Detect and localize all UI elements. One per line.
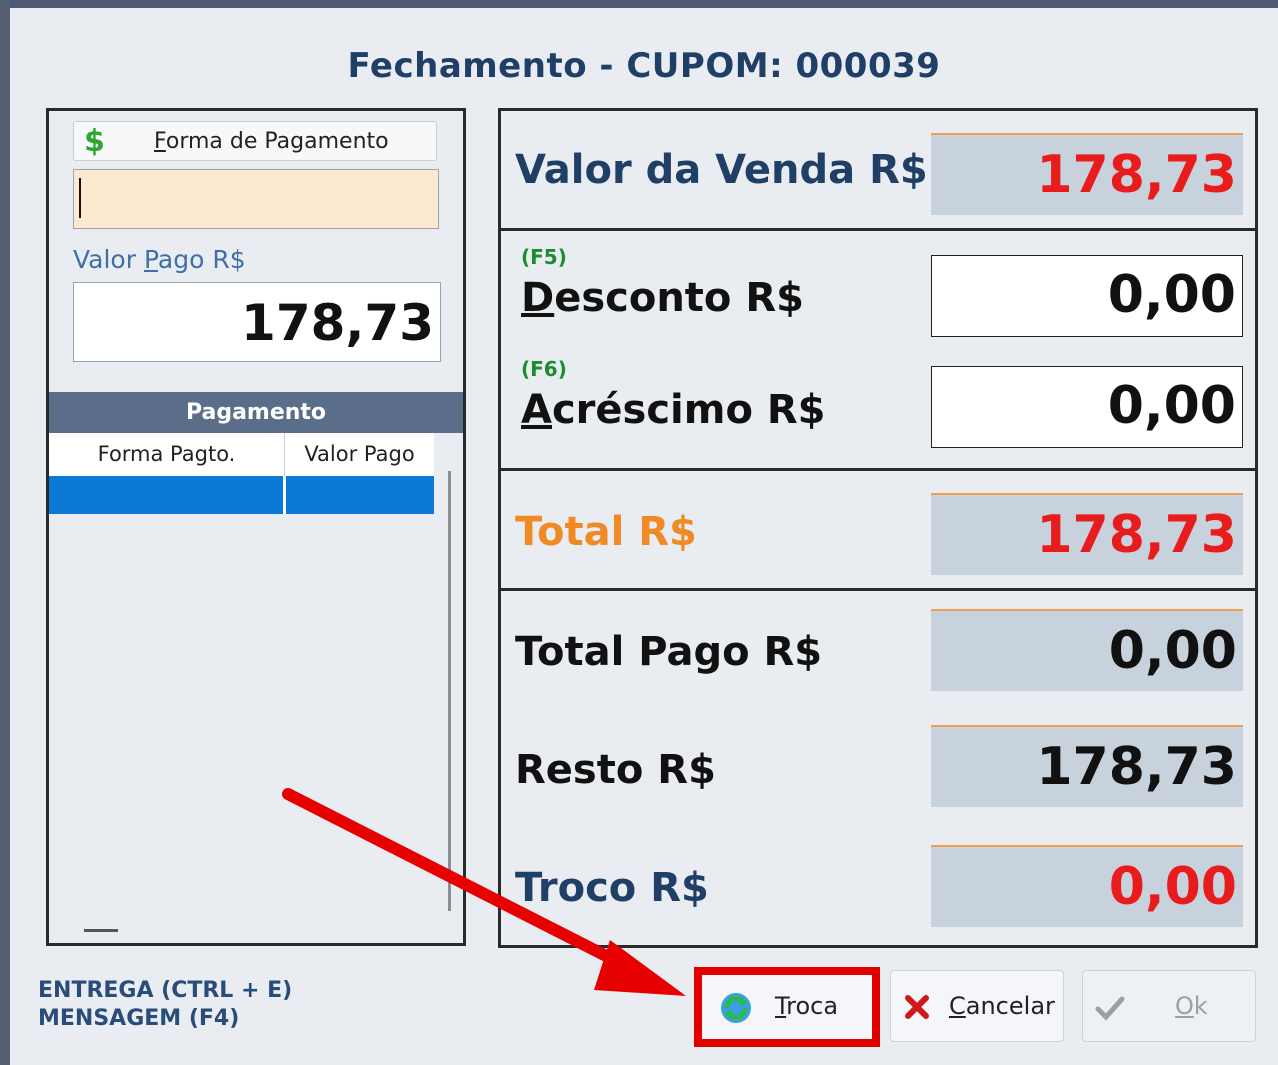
- window-top-border: [0, 0, 1278, 8]
- annotation-arrow-icon: [282, 788, 686, 996]
- fechamento-dialog: Fechamento - CUPOM: 000039 $ Forma de Pa…: [10, 8, 1278, 1065]
- window-left-border: [0, 0, 10, 1065]
